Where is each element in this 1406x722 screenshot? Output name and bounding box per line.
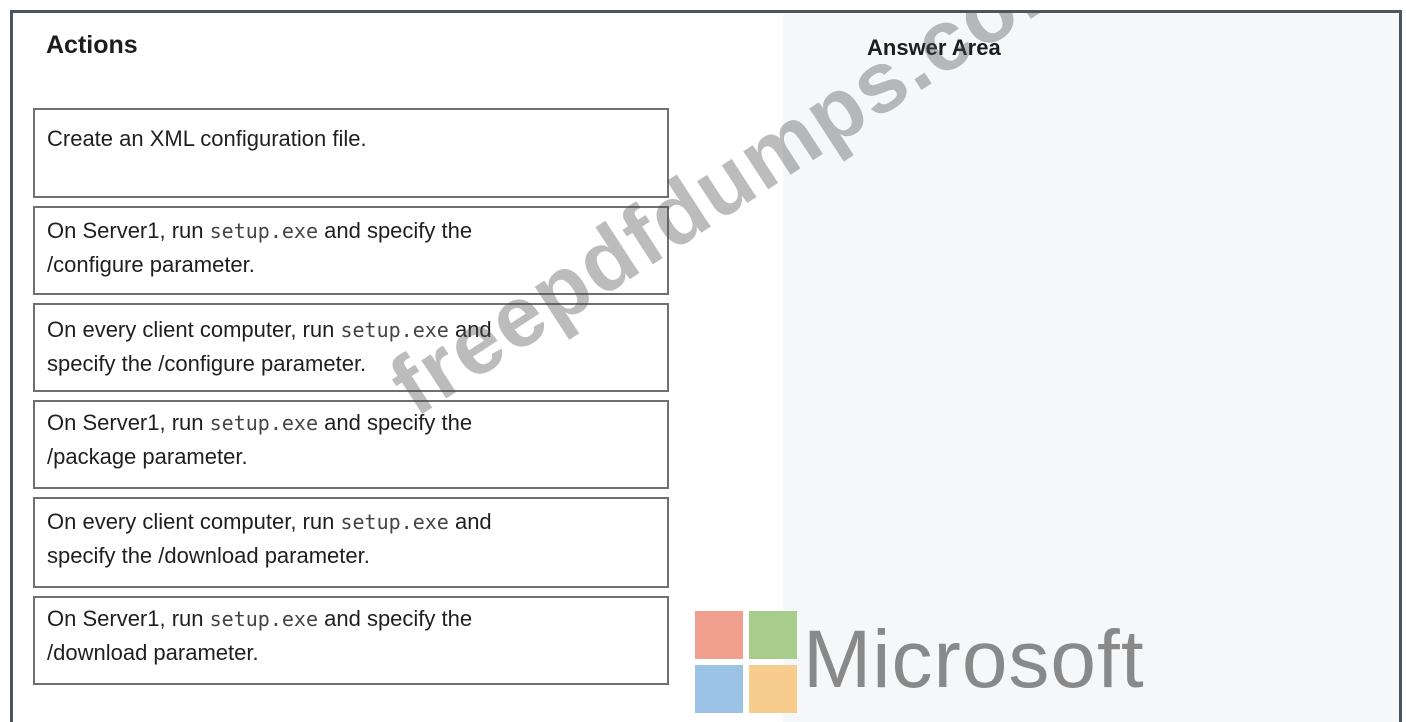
- action-text: On Server1, run: [47, 218, 210, 243]
- action-text: On every client computer, run: [47, 509, 341, 534]
- actions-panel: Actions Create an XML configuration file…: [13, 13, 783, 722]
- action-text: specify the /download parameter.: [47, 543, 370, 568]
- action-item[interactable]: On every client computer, run setup.exe …: [33, 303, 669, 392]
- command-text: setup.exe: [340, 318, 449, 342]
- action-text: Create an XML configuration file.: [47, 126, 367, 151]
- action-item[interactable]: On Server1, run setup.exe and specify th…: [33, 596, 669, 685]
- microsoft-wordmark: Microsoft: [803, 614, 1145, 705]
- action-item-line: On every client computer, run setup.exe …: [47, 313, 655, 347]
- microsoft-logo-icon: [695, 611, 797, 713]
- action-item-line: /download parameter.: [47, 636, 655, 670]
- action-item[interactable]: On Server1, run setup.exe and specify th…: [33, 400, 669, 489]
- action-item[interactable]: Create an XML configuration file.: [33, 108, 669, 198]
- answer-area-title: Answer Area: [867, 35, 1001, 60]
- logo-square-red: [695, 611, 743, 659]
- action-item[interactable]: On Server1, run setup.exe and specify th…: [33, 206, 669, 295]
- logo-square-blue: [695, 665, 743, 713]
- action-text: /package parameter.: [47, 444, 248, 469]
- action-item-line: /package parameter.: [47, 440, 655, 474]
- action-text: and: [448, 509, 492, 534]
- action-item-line: On Server1, run setup.exe and specify th…: [47, 602, 655, 636]
- logo-square-green: [749, 611, 797, 659]
- command-text: setup.exe: [340, 510, 449, 534]
- action-list: Create an XML configuration file. On Serv…: [33, 108, 669, 693]
- actions-title: Actions: [46, 31, 138, 59]
- action-text: and specify the: [318, 606, 473, 631]
- action-text: and specify the: [318, 218, 473, 243]
- action-text: and: [448, 317, 492, 342]
- action-item-line: specify the /configure parameter.: [47, 347, 655, 381]
- command-text: setup.exe: [209, 411, 319, 435]
- drag-drop-question-frame: g Actions Create an XML configuration fi…: [10, 10, 1402, 722]
- action-text: /configure parameter.: [47, 252, 255, 277]
- action-item-line: /configure parameter.: [47, 248, 655, 282]
- command-text: setup.exe: [209, 219, 319, 243]
- action-text: /download parameter.: [47, 640, 259, 665]
- action-text: On every client computer, run: [47, 317, 341, 342]
- action-item-line: specify the /download parameter.: [47, 539, 655, 573]
- action-item[interactable]: On every client computer, run setup.exe …: [33, 497, 669, 588]
- command-text: setup.exe: [209, 607, 319, 631]
- action-text: and specify the: [318, 410, 473, 435]
- action-item-line: On Server1, run setup.exe and specify th…: [47, 406, 655, 440]
- action-item-line: On Server1, run setup.exe and specify th…: [47, 214, 655, 248]
- action-text: On Server1, run: [47, 410, 210, 435]
- action-item-line: On every client computer, run setup.exe …: [47, 505, 655, 539]
- action-text: specify the /configure parameter.: [47, 351, 367, 376]
- action-item-line: Create an XML configuration file.: [47, 122, 655, 156]
- action-text: On Server1, run: [47, 606, 210, 631]
- logo-square-yellow: [749, 665, 797, 713]
